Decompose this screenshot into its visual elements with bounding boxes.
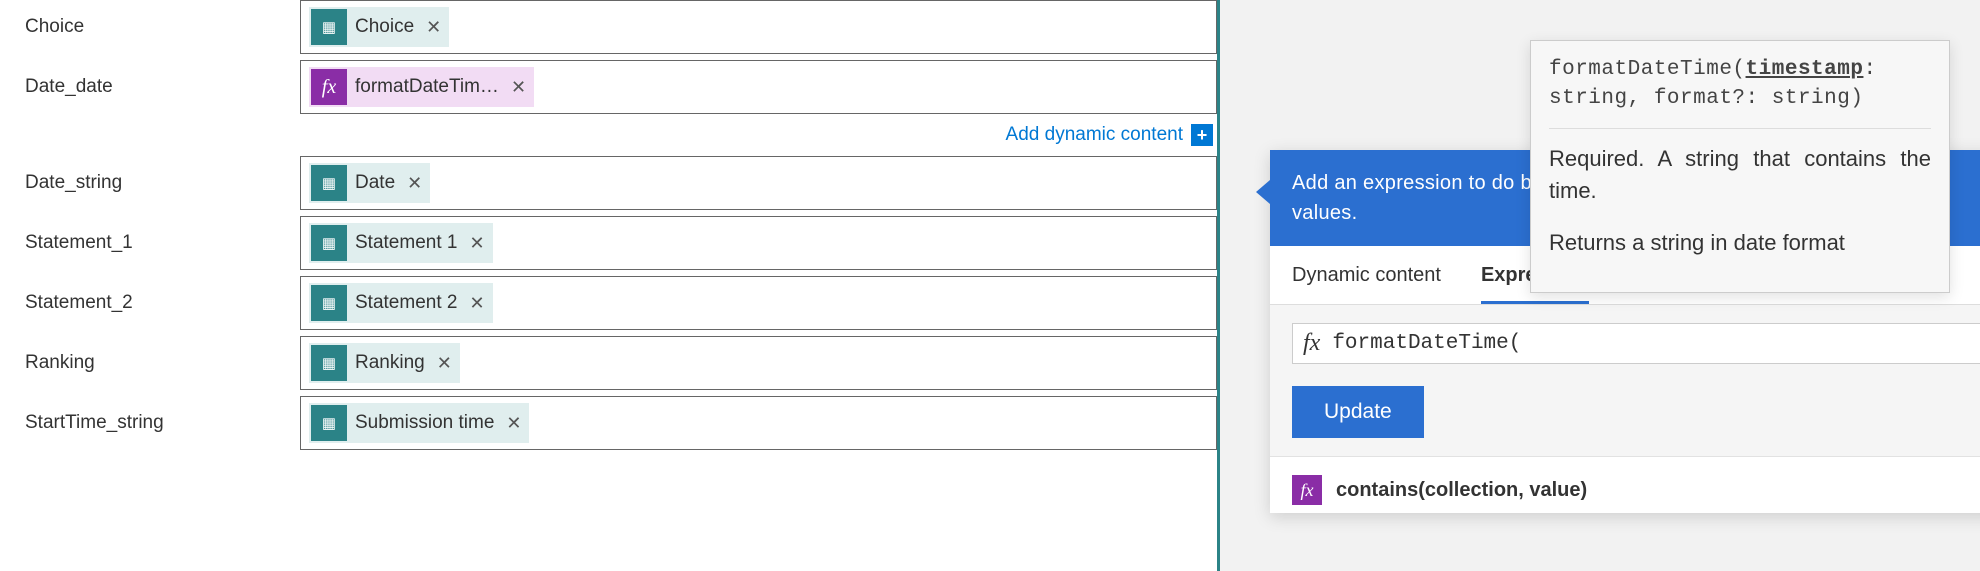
close-icon[interactable]: ✕: [435, 353, 454, 374]
field-input[interactable]: ▦ Statement 1 ✕: [300, 216, 1217, 270]
close-icon[interactable]: ✕: [467, 293, 486, 314]
fx-icon: fx: [311, 69, 347, 105]
field-label: Date_string: [25, 172, 300, 194]
token-text: Ranking: [353, 352, 429, 374]
field-label: Choice: [25, 16, 300, 38]
close-icon[interactable]: ✕: [424, 17, 443, 38]
form-fields-panel: Choice ▦ Choice ✕ Date_date fx formatDateTim… ✕…: [0, 0, 1220, 571]
field-row: Choice ▦ Choice ✕: [25, 0, 1217, 54]
close-icon[interactable]: ✕: [509, 77, 528, 98]
token-text: Date: [353, 172, 399, 194]
field-label: Statement_1: [25, 232, 300, 254]
forms-icon: ▦: [311, 345, 347, 381]
field-input[interactable]: ▦ Choice ✕: [300, 0, 1217, 54]
forms-icon: ▦: [311, 285, 347, 321]
field-row: Date_string ▦ Date ✕: [25, 156, 1217, 210]
token-text: formatDateTim…: [353, 76, 503, 98]
field-label: Ranking: [25, 352, 300, 374]
expression-token[interactable]: fx formatDateTim… ✕: [309, 67, 534, 107]
forms-icon: ▦: [311, 225, 347, 261]
field-input[interactable]: ▦ Date ✕: [300, 156, 1217, 210]
field-row: Statement_1 ▦ Statement 1 ✕: [25, 216, 1217, 270]
field-label: StartTime_string: [25, 412, 300, 434]
token-text: Statement 1: [353, 232, 461, 254]
dynamic-content-token[interactable]: ▦ Statement 1 ✕: [309, 223, 493, 263]
update-button[interactable]: Update: [1292, 386, 1424, 438]
token-text: Statement 2: [353, 292, 461, 314]
forms-icon: ▦: [311, 405, 347, 441]
dynamic-content-token[interactable]: ▦ Date ✕: [309, 163, 430, 203]
add-dynamic-content-link[interactable]: Add dynamic content: [1006, 124, 1183, 146]
add-dynamic-content-row: Add dynamic content +: [25, 120, 1213, 156]
dynamic-content-token[interactable]: ▦ Submission time ✕: [309, 403, 529, 443]
dynamic-content-token[interactable]: ▦ Choice ✕: [309, 7, 449, 47]
dynamic-content-token[interactable]: ▦ Ranking ✕: [309, 343, 460, 383]
fx-icon: fx: [1292, 475, 1322, 505]
right-panel: Add an expression to do basic things lik…: [1220, 0, 1980, 571]
tooltip-param-desc: Required. A string that contains the tim…: [1549, 143, 1931, 207]
field-label: Statement_2: [25, 292, 300, 314]
field-input[interactable]: fx formatDateTim… ✕: [300, 60, 1217, 114]
token-text: Submission time: [353, 412, 498, 434]
expression-input[interactable]: fx formatDateTime(: [1292, 323, 1980, 364]
close-icon[interactable]: ✕: [405, 173, 424, 194]
field-row: Date_date fx formatDateTim… ✕: [25, 60, 1217, 114]
forms-icon: ▦: [311, 9, 347, 45]
function-suggestion[interactable]: fx contains(collection, value): [1270, 456, 1980, 513]
fx-icon: fx: [1303, 330, 1320, 357]
signature-tooltip: formatDateTime(timestamp: string, format…: [1530, 40, 1950, 293]
field-row: Ranking ▦ Ranking ✕: [25, 336, 1217, 390]
close-icon[interactable]: ✕: [504, 413, 523, 434]
tab-dynamic-content[interactable]: Dynamic content: [1292, 246, 1441, 304]
field-row: Statement_2 ▦ Statement 2 ✕: [25, 276, 1217, 330]
close-icon[interactable]: ✕: [467, 233, 486, 254]
token-text: Choice: [353, 16, 418, 38]
field-label: Date_date: [25, 76, 300, 98]
expression-text: formatDateTime(: [1332, 332, 1521, 355]
dynamic-content-token[interactable]: ▦ Statement 2 ✕: [309, 283, 493, 323]
forms-icon: ▦: [311, 165, 347, 201]
field-input[interactable]: ▦ Ranking ✕: [300, 336, 1217, 390]
function-signature: contains(collection, value): [1336, 479, 1587, 502]
tooltip-signature: formatDateTime(timestamp: string, format…: [1549, 55, 1931, 114]
plus-icon[interactable]: +: [1191, 124, 1213, 146]
tooltip-return-desc: Returns a string in date format: [1549, 227, 1931, 259]
field-row: StartTime_string ▦ Submission time ✕: [25, 396, 1217, 450]
field-input[interactable]: ▦ Statement 2 ✕: [300, 276, 1217, 330]
field-input[interactable]: ▦ Submission time ✕: [300, 396, 1217, 450]
